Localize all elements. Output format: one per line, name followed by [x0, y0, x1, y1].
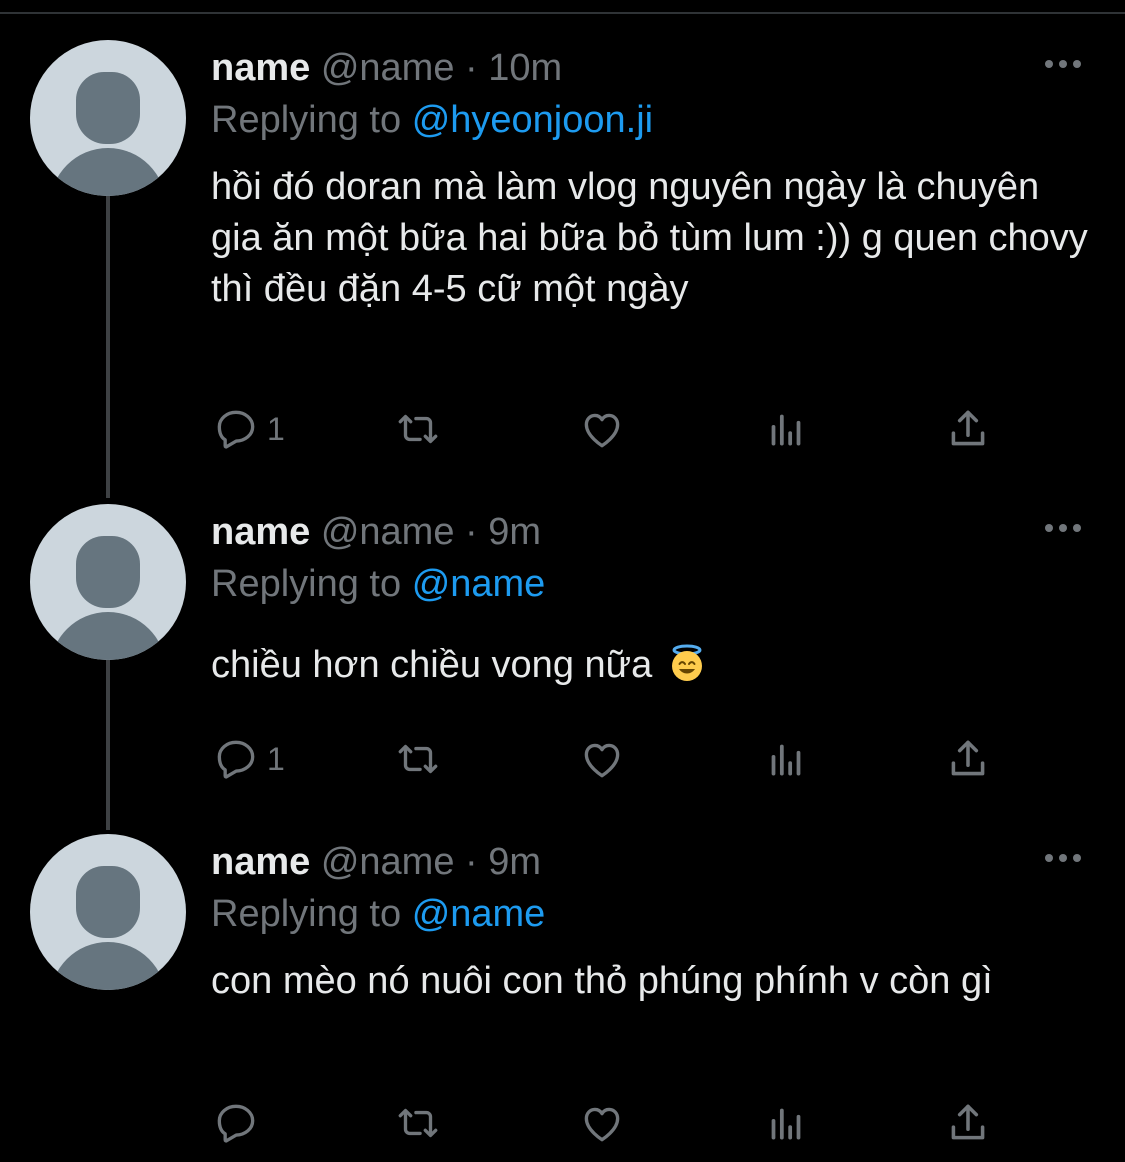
share-icon: [951, 740, 985, 776]
share-icon: [951, 1104, 985, 1140]
like-button[interactable]: [577, 734, 627, 784]
reply-icon: [217, 1104, 255, 1143]
views-icon: [771, 1108, 801, 1140]
replying-to: Replying to @hyeonjoon.ji: [211, 96, 653, 144]
reply-target-link[interactable]: @hyeonjoon.ji: [412, 99, 653, 141]
retweet-button[interactable]: [393, 734, 443, 784]
like-icon: [584, 743, 620, 778]
like-button[interactable]: [577, 404, 627, 454]
share-button[interactable]: [943, 404, 993, 454]
replying-to: Replying to @name: [211, 890, 545, 938]
separator: ·: [465, 511, 478, 553]
tweet-text: hồi đó doran mà làm vlog nguyên ngày là …: [211, 166, 1088, 310]
timestamp[interactable]: 9m: [488, 841, 541, 883]
retweet-button[interactable]: [393, 404, 443, 454]
reply-icon: [217, 410, 255, 449]
views-icon: [771, 744, 801, 776]
more-icon[interactable]: [1045, 60, 1081, 68]
more-icon[interactable]: [1045, 524, 1081, 532]
replying-to-label: Replying to: [211, 893, 402, 935]
share-icon: [951, 410, 985, 446]
timestamp[interactable]: 10m: [488, 47, 562, 89]
replying-to-label: Replying to: [211, 563, 402, 605]
handle[interactable]: @name: [321, 47, 455, 89]
reply-button[interactable]: 1: [211, 734, 285, 784]
tweet-header: name @name · 10m: [211, 44, 562, 92]
tweet-header: name @name · 9m: [211, 838, 541, 886]
share-button[interactable]: [943, 1098, 993, 1148]
like-icon: [584, 1107, 620, 1142]
separator: ·: [465, 841, 478, 883]
views-button[interactable]: [761, 404, 811, 454]
top-divider: [0, 12, 1125, 14]
reply-count: 1: [267, 410, 285, 447]
reply-target-link[interactable]: @name: [412, 893, 546, 935]
display-name[interactable]: name: [211, 841, 310, 883]
share-button[interactable]: [943, 734, 993, 784]
tweet[interactable]: name @name · 9m Replying to @name con mè…: [0, 834, 1125, 1162]
reply-icon: [217, 740, 255, 779]
default-avatar-icon[interactable]: [30, 504, 186, 660]
tweet-actions: 1: [211, 404, 1011, 454]
views-button[interactable]: [761, 734, 811, 784]
tweet-actions: [211, 1098, 1011, 1148]
tweet-text-container: chiều hơn chiều vong nữa: [211, 640, 1091, 691]
retweet-icon: [398, 1108, 438, 1138]
views-button[interactable]: [761, 1098, 811, 1148]
reply-count: 1: [267, 740, 285, 777]
tweet-actions: 1: [211, 734, 1011, 784]
retweet-button[interactable]: [393, 1098, 443, 1148]
replying-to-label: Replying to: [211, 99, 402, 141]
reply-button[interactable]: [211, 1098, 267, 1148]
tweet[interactable]: name @name · 10m Replying to @hyeonjoon.…: [0, 40, 1125, 480]
like-icon: [584, 413, 620, 448]
separator: ·: [465, 47, 478, 89]
views-icon: [771, 414, 801, 446]
handle[interactable]: @name: [321, 841, 455, 883]
reply-button[interactable]: 1: [211, 404, 285, 454]
handle[interactable]: @name: [321, 511, 455, 553]
tweet[interactable]: name @name · 9m Replying to @name chiều …: [0, 504, 1125, 804]
retweet-icon: [398, 414, 438, 444]
like-button[interactable]: [577, 1098, 627, 1148]
tweet-text: con mèo nó nuôi con thỏ phúng phính v cò…: [211, 960, 993, 1002]
timestamp[interactable]: 9m: [488, 511, 541, 553]
smiling-face-with-halo-icon: [671, 644, 702, 681]
replying-to: Replying to @name: [211, 560, 545, 608]
default-avatar-icon[interactable]: [30, 40, 186, 196]
display-name[interactable]: name: [211, 47, 310, 89]
display-name[interactable]: name: [211, 511, 310, 553]
tweet-header: name @name · 9m: [211, 508, 541, 556]
tweet-text: chiều hơn chiều vong nữa: [211, 644, 653, 686]
retweet-icon: [398, 744, 438, 774]
default-avatar-icon[interactable]: [30, 834, 186, 990]
more-icon[interactable]: [1045, 854, 1081, 862]
reply-target-link[interactable]: @name: [412, 563, 546, 605]
